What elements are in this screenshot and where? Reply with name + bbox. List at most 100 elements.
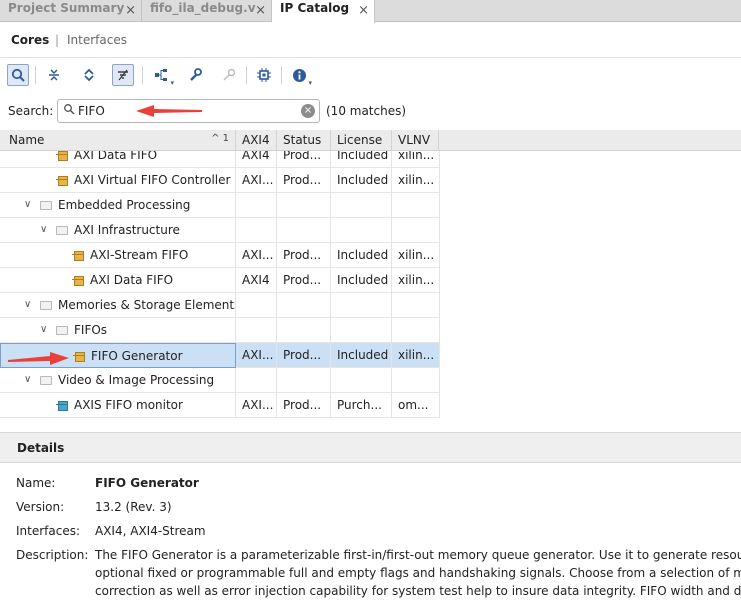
column-header-status[interactable]: Status <box>277 130 331 151</box>
cell-name[interactable]: ∨ FIFOs <box>0 318 236 343</box>
cell-name[interactable]: ∨ Video & Image Processing <box>0 368 236 393</box>
cell-vlnv: xilin... <box>392 151 440 168</box>
subtab-separator: | <box>55 33 60 47</box>
column-header-vlnv[interactable]: VLNV <box>392 130 439 151</box>
cell-name[interactable]: ∨ Memories & Storage Elements <box>0 293 236 318</box>
search-label: Search: <box>8 104 54 118</box>
chevron-down-icon[interactable]: ∨ <box>24 368 31 392</box>
folder-icon <box>56 226 68 235</box>
ip-core-icon <box>56 174 68 186</box>
tree-folder-row[interactable]: ∨ Memories & Storage Elements <box>0 293 440 318</box>
toolbar-separator <box>35 66 36 84</box>
folder-icon <box>40 376 52 385</box>
close-icon[interactable]: × <box>255 2 266 19</box>
cell-name[interactable]: AXIS FIFO monitor <box>0 393 236 418</box>
tab-project-summary[interactable]: Project Summary × <box>0 0 142 22</box>
cell-name[interactable]: AXI Data FIFO <box>0 151 236 168</box>
folder-label: Embedded Processing <box>58 198 191 212</box>
cell-license <box>331 368 392 393</box>
details-version-value: 13.2 (Rev. 3) <box>95 500 172 514</box>
ip-name: AXI Virtual FIFO Controller <box>74 173 231 187</box>
filter-icon[interactable] <box>112 64 134 86</box>
cell-license: Included <box>331 168 392 193</box>
details-interfaces-value: AXI4, AXI4-Stream <box>95 524 206 538</box>
cell-axi4 <box>236 368 277 393</box>
details-interfaces-label: Interfaces: <box>16 524 81 538</box>
cell-license: Included <box>331 343 392 368</box>
description-line: correction as well as error injection ca… <box>95 584 741 598</box>
cell-vlnv <box>392 318 440 343</box>
catalog-subtabs: Cores | Interfaces <box>0 22 741 58</box>
key-icon[interactable] <box>218 64 240 86</box>
close-icon[interactable]: × <box>125 2 136 19</box>
cell-axi4 <box>236 193 277 218</box>
cell-name[interactable]: ∨ Embedded Processing <box>0 193 236 218</box>
table-row[interactable]: AXI Data FIFO AXI4 Prod... Included xilin... <box>0 151 440 168</box>
table-row[interactable]: AXI Virtual FIFO Controller AXI... Prod...… <box>0 168 440 193</box>
cell-license <box>331 293 392 318</box>
chevron-down-icon[interactable]: ∨ <box>40 318 47 342</box>
cell-license: Included <box>331 243 392 268</box>
ip-core-icon <box>72 249 84 261</box>
cell-license <box>331 318 392 343</box>
tab-fifo-ila-debug[interactable]: fifo_ila_debug.v × <box>142 0 272 22</box>
expand-all-icon[interactable] <box>78 64 100 86</box>
chevron-down-icon[interactable]: ∨ <box>24 193 31 217</box>
ip-name: AXI Data FIFO <box>90 273 174 287</box>
subtab-interfaces[interactable]: Interfaces <box>67 33 127 47</box>
table-row[interactable]: AXI Data FIFO AXI4 Prod... Included xilin... <box>0 268 440 293</box>
search-row: Search: × (10 matches) <box>0 96 741 126</box>
cell-status <box>277 218 331 243</box>
tab-ip-catalog[interactable]: IP Catalog × <box>272 0 375 23</box>
chevron-down-icon[interactable]: ∨ <box>24 293 31 317</box>
chip-icon[interactable] <box>253 64 275 86</box>
collapse-all-icon[interactable] <box>43 64 65 86</box>
cell-vlnv: om... <box>392 393 440 418</box>
cell-axi4: AXI... <box>236 168 277 193</box>
cell-license <box>331 193 392 218</box>
info-icon[interactable]: ▾ <box>288 64 312 87</box>
search-icon[interactable] <box>7 64 29 86</box>
ip-core-icon <box>73 350 85 362</box>
tree-folder-row[interactable]: ∨ AXI Infrastructure <box>0 218 440 243</box>
cell-name[interactable]: AXI Virtual FIFO Controller <box>0 168 236 193</box>
table-row[interactable]: AXIS FIFO monitor AXI... Prod... Purch... om… <box>0 393 440 418</box>
wrench-icon[interactable] <box>184 64 206 86</box>
cell-name[interactable]: AXI-Stream FIFO <box>0 243 236 268</box>
ip-name: FIFO Generator <box>91 349 183 363</box>
close-icon[interactable]: × <box>358 2 369 19</box>
annotation-arrow-fifo-generator <box>8 352 69 365</box>
match-count: (10 matches) <box>326 104 407 118</box>
tree-folder-row[interactable]: ∨ FIFOs <box>0 318 440 343</box>
hierarchy-icon[interactable]: ▾ <box>150 64 174 87</box>
cell-name[interactable]: ∨ AXI Infrastructure <box>0 218 236 243</box>
column-header-license[interactable]: License <box>331 130 392 151</box>
details-version-label: Version: <box>16 500 65 514</box>
cell-axi4: AXI4 <box>236 268 277 293</box>
ip-name: AXIS FIFO monitor <box>74 398 183 412</box>
cell-status <box>277 193 331 218</box>
tree-folder-row[interactable]: ∨ Video & Image Processing <box>0 368 440 393</box>
cell-vlnv: xilin... <box>392 168 440 193</box>
details-name-label: Name: <box>16 476 56 490</box>
details-description: The FIFO Generator is a parameterizable … <box>95 546 741 600</box>
tree-folder-row[interactable]: ∨ Embedded Processing <box>0 193 440 218</box>
column-header-axi4[interactable]: AXI4 <box>236 130 277 151</box>
subtab-cores[interactable]: Cores <box>11 33 49 47</box>
clear-search-icon[interactable]: × <box>301 104 315 118</box>
tab-label: fifo_ila_debug.v <box>150 1 256 15</box>
ip-core-icon <box>72 274 84 286</box>
column-header-name[interactable]: Name ^ 1 <box>0 130 236 151</box>
table-row[interactable]: AXI-Stream FIFO AXI... Prod... Included xili… <box>0 243 440 268</box>
folder-label: AXI Infrastructure <box>74 223 180 237</box>
ip-name: AXI Data FIFO <box>74 151 158 162</box>
table-header: Name ^ 1 AXI4 Status License VLNV <box>0 130 741 151</box>
folder-icon <box>56 326 68 335</box>
folder-label: FIFOs <box>74 323 108 337</box>
ip-core-icon <box>56 399 68 411</box>
description-line: The FIFO Generator is a parameterizable … <box>95 548 741 562</box>
chevron-down-icon[interactable]: ∨ <box>40 218 47 242</box>
cell-name[interactable]: AXI Data FIFO <box>0 268 236 293</box>
cell-status: Prod... <box>277 168 331 193</box>
tab-label: IP Catalog <box>280 1 350 15</box>
